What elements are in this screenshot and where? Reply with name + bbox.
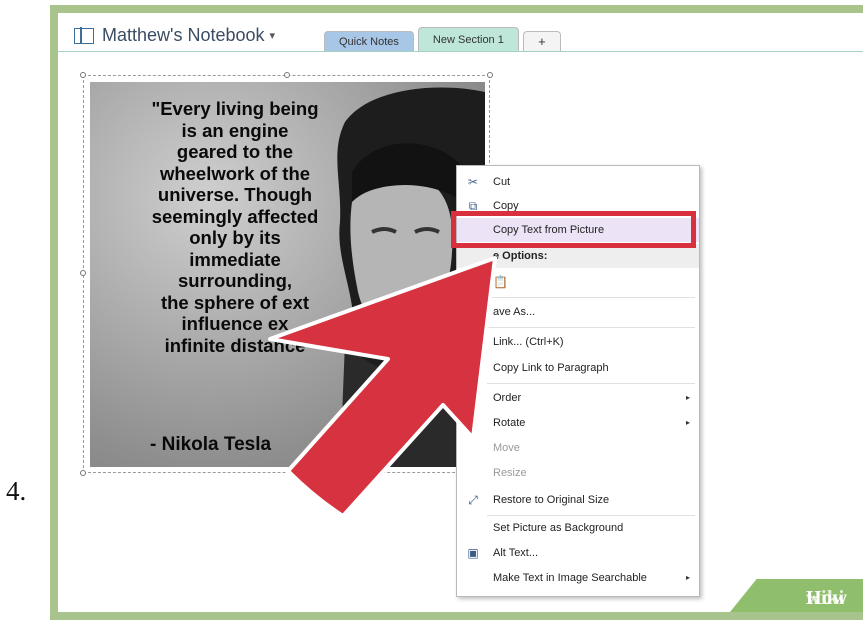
onenote-window: Matthew's Notebook ▾ Quick Notes New Sec… bbox=[58, 13, 863, 612]
pointer-arrow-graphic bbox=[268, 256, 497, 518]
step-number: 4. bbox=[6, 476, 27, 506]
